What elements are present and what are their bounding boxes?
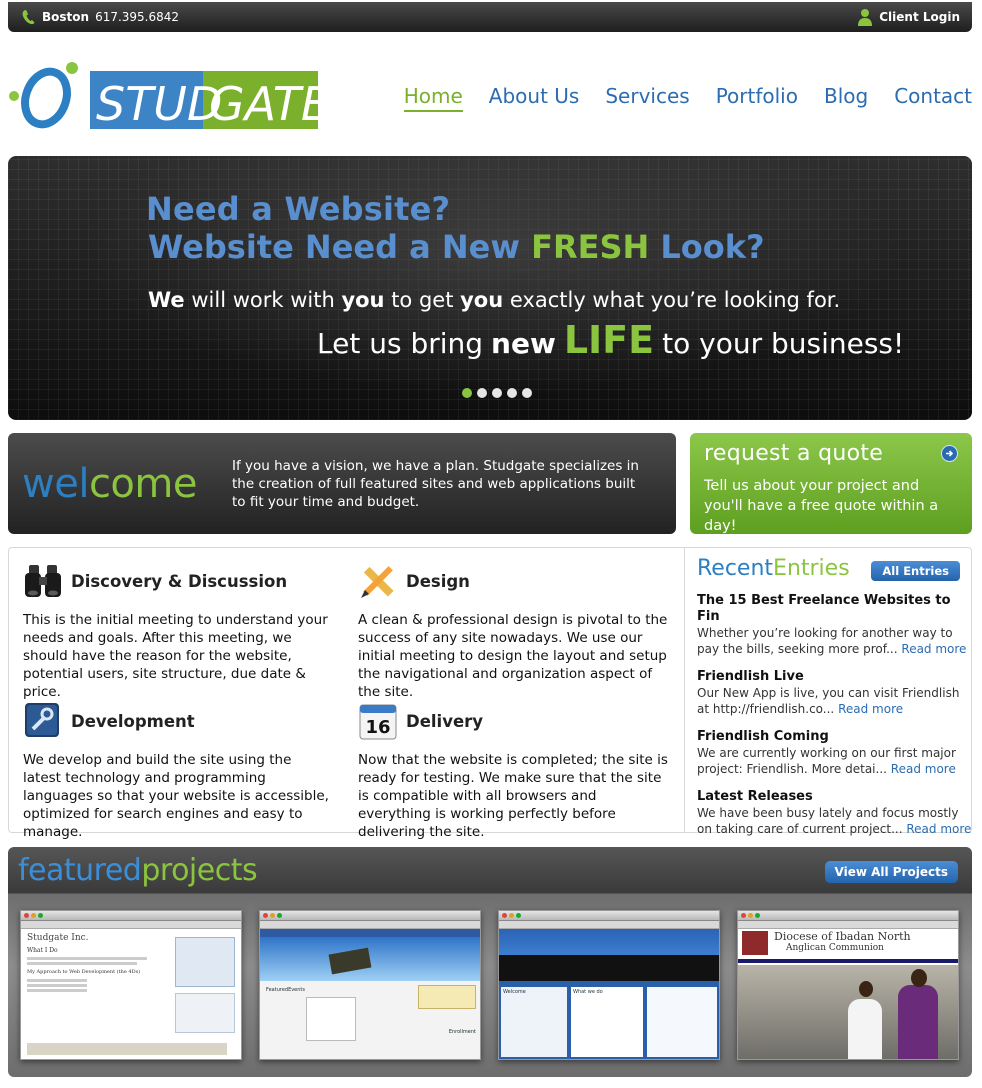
project-thumbnail-3[interactable]: Welcome What we do (498, 910, 720, 1060)
read-more-link[interactable]: Read more (906, 822, 971, 836)
main-nav: Home About Us Services Portfolio Blog Co… (403, 84, 972, 112)
entry-title[interactable]: Friendlish Coming (697, 729, 972, 745)
svg-text:GATE: GATE (209, 77, 320, 131)
project-heading: Welcome (503, 989, 526, 995)
hero-tagline-1: We will work with you to get you exactly… (148, 288, 841, 312)
client-login-label: Client Login (879, 10, 960, 24)
nav-blog[interactable]: Blog (824, 84, 868, 112)
view-all-projects-button[interactable]: View All Projects (824, 861, 958, 883)
phone-number: 617.395.6842 (95, 10, 180, 24)
entry-title[interactable]: The 15 Best Freelance Websites to Fin (697, 593, 972, 625)
entry-excerpt: Our New App is live, you can visit Frien… (697, 686, 960, 716)
all-entries-button[interactable]: All Entries (871, 561, 960, 581)
wrench-icon (23, 701, 63, 741)
project-heading: FeaturedEvents (266, 987, 305, 993)
recent-entries: RecentEntries All Entries The 15 Best Fr… (684, 548, 972, 836)
hero-tagline-2: Let us bring new LIFE to your business! (317, 318, 905, 362)
pencil-ruler-icon (358, 561, 398, 601)
project-site-title: Diocese of Ibadan North (774, 930, 911, 943)
contact-info: Boston 617.395.6842 (22, 9, 179, 25)
services-section: Discovery & Discussion This is the initi… (8, 547, 972, 840)
service-title: Development (71, 711, 195, 731)
slide-dot-5[interactable] (522, 388, 532, 398)
project-thumbnail-1[interactable]: Studgate Inc. What I Do My Approach to W… (20, 910, 242, 1060)
hero-headline-1: Need a Website? (146, 190, 451, 228)
nav-portfolio[interactable]: Portfolio (716, 84, 798, 112)
hero-headline-2: Website Need a New FRESH Look? (148, 228, 765, 266)
read-more-link[interactable]: Read more (891, 762, 956, 776)
project-thumbnail-4[interactable]: Diocese of Ibadan North Anglican Communi… (737, 910, 959, 1060)
service-description: We develop and build the site using the … (23, 752, 329, 840)
svg-text:STUD: STUD (96, 77, 222, 131)
project-thumbnail-2[interactable]: FeaturedEvents Enrollment (259, 910, 481, 1060)
top-bar: Boston 617.395.6842 Client Login (8, 2, 972, 32)
request-quote-text: Tell us about your project and you'll ha… (704, 478, 939, 534)
service-title: Design (406, 571, 470, 591)
project-subheading: Enrollment (448, 1029, 476, 1035)
welcome-title: welcome (22, 460, 197, 507)
service-delivery: 16 Delivery Now that the website is comp… (358, 701, 668, 841)
request-quote-title: request a quote (704, 441, 884, 466)
list-item: Friendlish Coming We are currently worki… (697, 729, 972, 777)
request-quote-panel[interactable]: request a quote Tell us about your proje… (690, 433, 972, 534)
service-title: Delivery (406, 711, 484, 731)
service-title: Discovery & Discussion (71, 571, 288, 591)
phone-icon (22, 10, 35, 25)
entry-title[interactable]: Latest Releases (697, 789, 972, 805)
slider-dots (462, 388, 532, 398)
arrow-right-icon[interactable] (941, 445, 958, 462)
project-subheading: What we do (573, 989, 603, 995)
studgate-logo[interactable]: STUD GATE (8, 58, 330, 134)
binoculars-icon (23, 561, 63, 601)
featured-projects: featuredprojects View All Projects Studg… (8, 847, 972, 1077)
featured-projects-title: featuredprojects (18, 853, 258, 888)
service-development: Development We develop and build the sit… (23, 701, 333, 841)
slide-dot-3[interactable] (492, 388, 502, 398)
svg-text:16: 16 (365, 717, 390, 738)
user-icon (858, 9, 873, 26)
logo-graphic: STUD GATE (9, 62, 330, 131)
nav-home[interactable]: Home (403, 84, 463, 112)
slide-dot-2[interactable] (477, 388, 487, 398)
nav-services[interactable]: Services (605, 84, 689, 112)
project-heading: Anglican Communion (786, 943, 884, 953)
service-discovery: Discovery & Discussion This is the initi… (23, 561, 333, 701)
hero-banner: Need a Website? Website Need a New FRESH… (8, 156, 972, 420)
nav-about-us[interactable]: About Us (489, 84, 580, 112)
list-item: Latest Releases We have been busy lately… (697, 789, 972, 837)
slide-dot-4[interactable] (507, 388, 517, 398)
read-more-link[interactable]: Read more (901, 642, 966, 656)
read-more-link[interactable]: Read more (838, 702, 903, 716)
service-description: Now that the website is completed; the s… (358, 752, 668, 840)
service-design: Design A clean & professional design is … (358, 561, 668, 701)
welcome-panel: welcome If you have a vision, we have a … (8, 433, 676, 534)
service-description: A clean & professional design is pivotal… (358, 612, 668, 700)
list-item: The 15 Best Freelance Websites to Fin Wh… (697, 593, 972, 657)
service-description: This is the initial meeting to understan… (23, 612, 328, 700)
client-login-link[interactable]: Client Login (857, 8, 960, 26)
list-item: Friendlish Live Our New App is live, you… (697, 669, 972, 717)
slide-dot-1[interactable] (462, 388, 472, 398)
entry-title[interactable]: Friendlish Live (697, 669, 972, 685)
nav-contact[interactable]: Contact (894, 84, 972, 112)
city-label: Boston (42, 10, 90, 24)
welcome-text: If you have a vision, we have a plan. St… (232, 457, 639, 510)
calendar-icon: 16 (358, 701, 398, 741)
